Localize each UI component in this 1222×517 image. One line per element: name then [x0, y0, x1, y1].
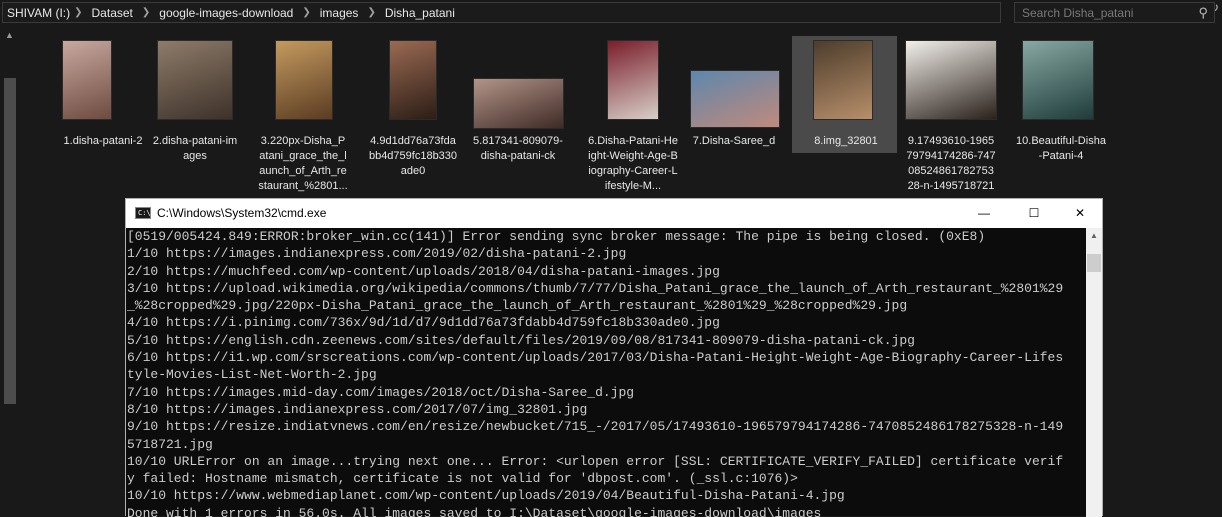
navigation-pane-scrollbar[interactable]: ▲ — [0, 30, 20, 516]
file-thumbnail[interactable] — [275, 40, 333, 120]
file-name[interactable]: 4.9d1dd76a73fdabb4d759fc18b330ade0 — [368, 134, 458, 179]
file-thumbnail[interactable] — [157, 40, 233, 120]
file-name[interactable]: 10.Beautiful-Disha-Patani-4 — [1016, 134, 1106, 164]
scrollbar-thumb[interactable] — [4, 78, 16, 404]
file-thumbnail[interactable] — [813, 40, 873, 120]
search-box[interactable]: Search Disha_patani ⚲ — [1014, 2, 1215, 23]
breadcrumb-item[interactable]: Disha_patani — [385, 6, 455, 20]
file-name[interactable]: 2.disha-patani-images — [150, 134, 240, 164]
console-line: 8/10 https://images.indianexpress.com/20… — [127, 401, 588, 417]
search-icon[interactable]: ⚲ — [1198, 5, 1208, 21]
console-line: 1/10 https://images.indianexpress.com/20… — [127, 246, 627, 262]
console-line: tyle-Movies-List-Net-Worth-2.jpg — [127, 367, 377, 383]
console-line: 4/10 https://i.pinimg.com/736x/9d/1d/d7/… — [127, 315, 720, 331]
file-name[interactable]: 7.Disha-Saree_d — [689, 134, 779, 149]
maximize-button[interactable]: ☐ — [1011, 199, 1057, 228]
file-name[interactable]: 6.Disha-Patani-Height-Weight-Age-Biograp… — [588, 134, 678, 194]
file-name[interactable]: 3.220px-Disha_Patani_grace_the_launch_of… — [258, 134, 348, 194]
address-bar[interactable]: SHIVAM (I:) ❯ Dataset ❯ google-images-downlo… — [2, 2, 1001, 23]
console-line: 2/10 https://muchfeed.com/wp-content/upl… — [127, 263, 720, 279]
explorer-toolbar: SHIVAM (I:) ❯ Dataset ❯ google-images-downlo… — [0, 0, 1222, 26]
breadcrumb-item[interactable]: images — [320, 6, 359, 20]
console-line: Done with 1 errors in 56.0s. All images … — [127, 505, 822, 517]
console-line: 3/10 https://upload.wikimedia.org/wikipe… — [127, 280, 1064, 296]
console-scrollbar[interactable]: ▲ — [1086, 228, 1102, 517]
scroll-up-icon[interactable]: ▲ — [1090, 231, 1098, 240]
console-line: y failed: Hostname mismatch, certificate… — [127, 471, 798, 487]
file-thumbnail[interactable] — [607, 40, 659, 120]
file-thumbnail[interactable] — [905, 40, 997, 120]
breadcrumb-chevron-icon[interactable]: ❯ — [302, 7, 310, 18]
console-line: 9/10 https://resize.indiatvnews.com/en/r… — [127, 419, 1064, 435]
console-line: 10/10 URLError on an image...trying next… — [127, 453, 1064, 469]
file-thumbnail[interactable] — [1022, 40, 1094, 120]
breadcrumb-chevron-icon[interactable]: ❯ — [74, 7, 82, 18]
cmd-titlebar[interactable]: C:\ C:\Windows\System32\cmd.exe — ☐ ✕ — [126, 199, 1102, 228]
console-line: 5/10 https://english.cdn.zeenews.com/sit… — [127, 332, 915, 348]
breadcrumb-item[interactable]: SHIVAM (I:) — [7, 6, 70, 20]
breadcrumb-chevron-icon[interactable]: ❯ — [142, 7, 150, 18]
scroll-up-icon[interactable]: ▲ — [5, 30, 14, 40]
file-name[interactable]: 5.817341-809079-disha-patani-ck — [473, 134, 563, 164]
file-thumbnail[interactable] — [690, 70, 780, 128]
file-thumbnail[interactable] — [389, 40, 437, 120]
search-input[interactable]: Search Disha_patani — [1022, 6, 1133, 20]
breadcrumb-item[interactable]: Dataset — [92, 6, 133, 20]
file-thumbnail[interactable] — [62, 40, 112, 120]
file-thumbnail[interactable] — [473, 78, 564, 129]
breadcrumb-chevron-icon[interactable]: ❯ — [367, 7, 375, 18]
console-line: 6/10 https://i1.wp.com/srscreations.com/… — [127, 350, 1064, 366]
minimize-button[interactable]: — — [961, 199, 1007, 228]
console-line: 5718721.jpg — [127, 436, 213, 452]
scrollbar-thumb[interactable] — [1087, 254, 1101, 272]
file-name[interactable]: 8.img_32801 — [801, 134, 891, 149]
console-line: 10/10 https://www.webmediaplanet.com/wp-… — [127, 488, 845, 504]
window-title: C:\Windows\System32\cmd.exe — [157, 206, 327, 220]
breadcrumb-item[interactable]: google-images-download — [159, 6, 293, 20]
console-line: _%28cropped%29.jpg/220px-Disha_Patani_gr… — [127, 298, 908, 314]
file-name[interactable]: 9.17493610-196579794174286-7470852486178… — [906, 134, 996, 194]
console-output[interactable]: [0519/005424.849:ERROR:broker_win.cc(141… — [126, 228, 1087, 517]
file-name[interactable]: 1.disha-patani-2 — [58, 134, 148, 149]
console-line: [0519/005424.849:ERROR:broker_win.cc(141… — [127, 229, 986, 244]
terminal-icon: C:\ — [135, 207, 151, 219]
console-line: 7/10 https://images.mid-day.com/images/2… — [127, 384, 635, 400]
cmd-window[interactable]: C:\ C:\Windows\System32\cmd.exe — ☐ ✕ [0… — [125, 198, 1103, 517]
close-button[interactable]: ✕ — [1057, 199, 1103, 228]
